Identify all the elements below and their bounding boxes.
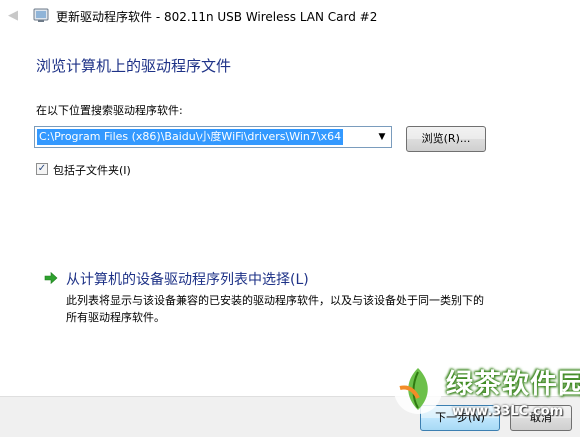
page-heading: 浏览计算机上的驱动程序文件: [36, 57, 232, 75]
next-button[interactable]: 下一步(N): [420, 405, 500, 431]
pick-from-list-link[interactable]: 从计算机的设备驱动程序列表中选择(L): [66, 269, 309, 289]
include-subfolders-checkbox[interactable]: ✓: [36, 163, 48, 175]
driver-path-value[interactable]: C:\Program Files (x86)\Baidu\小度WiFi\driv…: [37, 129, 344, 145]
driver-update-icon: [33, 8, 49, 22]
pick-from-list-description: 此列表将显示与该设备兼容的已安装的驱动程序软件，以及与该设备处于同一类别下的: [66, 294, 484, 307]
driver-path-combobox[interactable]: C:\Program Files (x86)\Baidu\小度WiFi\driv…: [34, 126, 392, 148]
browse-button[interactable]: 浏览(R)...: [406, 126, 486, 152]
pick-from-list-description-cont: 所有驱动程序软件。: [66, 311, 165, 324]
chevron-down-icon[interactable]: ▼: [376, 130, 388, 144]
back-arrow-icon[interactable]: ◀: [8, 9, 22, 23]
window-title: 更新驱动程序软件 - 802.11n USB Wireless LAN Card…: [56, 10, 378, 24]
search-location-label: 在以下位置搜索驱动程序软件:: [36, 104, 183, 117]
cancel-button[interactable]: 取消: [510, 405, 572, 431]
include-subfolders-label[interactable]: 包括子文件夹(I): [53, 162, 131, 178]
green-arrow-icon[interactable]: [44, 271, 58, 285]
title-bar: ◀ 更新驱动程序软件 - 802.11n USB Wireless LAN Ca…: [0, 0, 580, 32]
